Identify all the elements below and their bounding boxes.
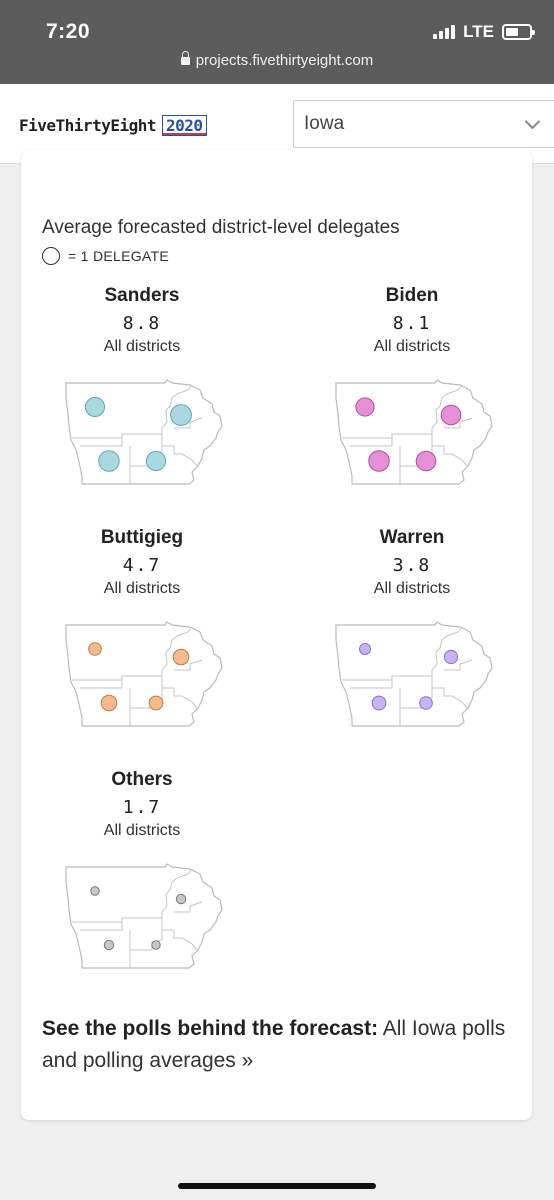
district-border xyxy=(161,434,198,467)
district-delegate-circle xyxy=(359,643,371,655)
district-delegate-circle xyxy=(100,694,118,712)
district-delegate-circle xyxy=(175,893,187,905)
iowa-district-map xyxy=(65,863,223,969)
lock-icon xyxy=(180,51,190,65)
signal-icon xyxy=(433,25,456,39)
network-label: LTE xyxy=(463,22,494,41)
district-delegate-circle xyxy=(90,886,100,896)
home-indicator xyxy=(178,1183,376,1189)
district-delegate-circle xyxy=(148,695,164,711)
district-delegate-circle xyxy=(170,404,192,426)
candidate-delegates: 3.8 xyxy=(392,555,432,576)
candidate-scope: All districts xyxy=(103,338,181,355)
polls-link[interactable]: See the polls behind the forecast: All I… xyxy=(42,1013,512,1077)
address-bar[interactable]: projects.fivethirtyeight.com xyxy=(0,51,554,69)
candidate-delegates: 8.8 xyxy=(122,313,162,334)
district-delegate-circle xyxy=(355,397,375,417)
candidate-sanders: Sanders 8.8 All districts xyxy=(32,285,252,485)
district-delegate-circle xyxy=(443,649,459,665)
district-border xyxy=(350,680,393,689)
delegate-circle-icon xyxy=(42,247,60,265)
battery-icon xyxy=(502,24,535,40)
iowa-outline xyxy=(65,863,223,969)
district-border xyxy=(80,922,123,931)
candidate-scope: All districts xyxy=(373,580,451,597)
iowa-district-map xyxy=(65,621,223,727)
candidate-buttigieg: Buttigieg 4.7 All districts xyxy=(32,527,252,727)
chevron-down-icon xyxy=(524,113,541,130)
district-border xyxy=(161,676,198,709)
candidate-others: Others 1.7 All districts xyxy=(32,769,252,969)
iowa-district-map xyxy=(65,379,223,485)
district-border xyxy=(174,901,203,913)
delegates-card: Average forecasted district-level delega… xyxy=(21,150,532,1120)
iowa-district-map xyxy=(335,621,493,727)
district-border xyxy=(431,434,468,467)
district-border xyxy=(72,868,193,923)
candidate-delegates: 1.7 xyxy=(122,797,162,818)
iowa-outline xyxy=(65,379,223,485)
district-border xyxy=(342,626,463,681)
district-border xyxy=(350,438,393,447)
district-delegate-circle xyxy=(419,696,433,710)
status-indicators: LTE xyxy=(433,22,535,42)
legend-label: = 1 DELEGATE xyxy=(68,248,169,264)
site-logo[interactable]: FiveThirtyEight 2020 xyxy=(19,115,207,136)
district-delegate-circle xyxy=(151,940,161,950)
iowa-outline xyxy=(65,621,223,727)
candidate-name: Biden xyxy=(385,285,439,306)
candidate-delegates: 4.7 xyxy=(122,555,162,576)
district-delegate-circle xyxy=(368,450,390,472)
status-time: 7:20 xyxy=(46,20,91,43)
candidate-delegates: 8.1 xyxy=(392,313,432,334)
district-delegate-circle xyxy=(415,450,437,472)
candidate-scope: All districts xyxy=(103,580,181,597)
district-delegate-circle xyxy=(103,939,115,951)
district-border xyxy=(161,918,198,951)
logo-text: FiveThirtyEight xyxy=(19,116,157,135)
candidate-name: Sanders xyxy=(104,285,180,306)
card-heading: Average forecasted district-level delega… xyxy=(42,217,400,238)
district-delegate-circle xyxy=(440,404,462,426)
district-border xyxy=(80,438,123,447)
candidate-scope: All districts xyxy=(103,822,181,839)
district-border xyxy=(80,680,123,689)
polls-link-bold: See the polls behind the forecast: xyxy=(42,1017,379,1040)
url-text: projects.fivethirtyeight.com xyxy=(195,52,374,69)
district-delegate-circle xyxy=(88,642,102,656)
iowa-district-map xyxy=(335,379,493,485)
state-select[interactable]: Iowa xyxy=(293,100,554,148)
district-delegate-circle xyxy=(172,648,190,666)
iowa-outline xyxy=(335,621,493,727)
candidate-name: Others xyxy=(111,769,173,790)
candidate-scope: All districts xyxy=(373,338,451,355)
delegate-legend: = 1 DELEGATE xyxy=(42,247,169,265)
district-border xyxy=(431,676,468,709)
state-select-value: Iowa xyxy=(304,113,345,134)
district-delegate-circle xyxy=(145,450,167,472)
district-delegate-circle xyxy=(84,396,106,418)
candidate-name: Buttigieg xyxy=(100,527,184,548)
candidate-name: Warren xyxy=(379,527,445,548)
iowa-outline xyxy=(335,379,493,485)
candidate-warren: Warren 3.8 All districts xyxy=(302,527,522,727)
district-delegate-circle xyxy=(371,695,387,711)
candidate-biden: Biden 8.1 All districts xyxy=(302,285,522,485)
district-delegate-circle xyxy=(98,450,120,472)
logo-year: 2020 xyxy=(162,115,207,136)
status-bar: 7:20 LTE projects.fivethirtyeight.com xyxy=(0,0,554,84)
